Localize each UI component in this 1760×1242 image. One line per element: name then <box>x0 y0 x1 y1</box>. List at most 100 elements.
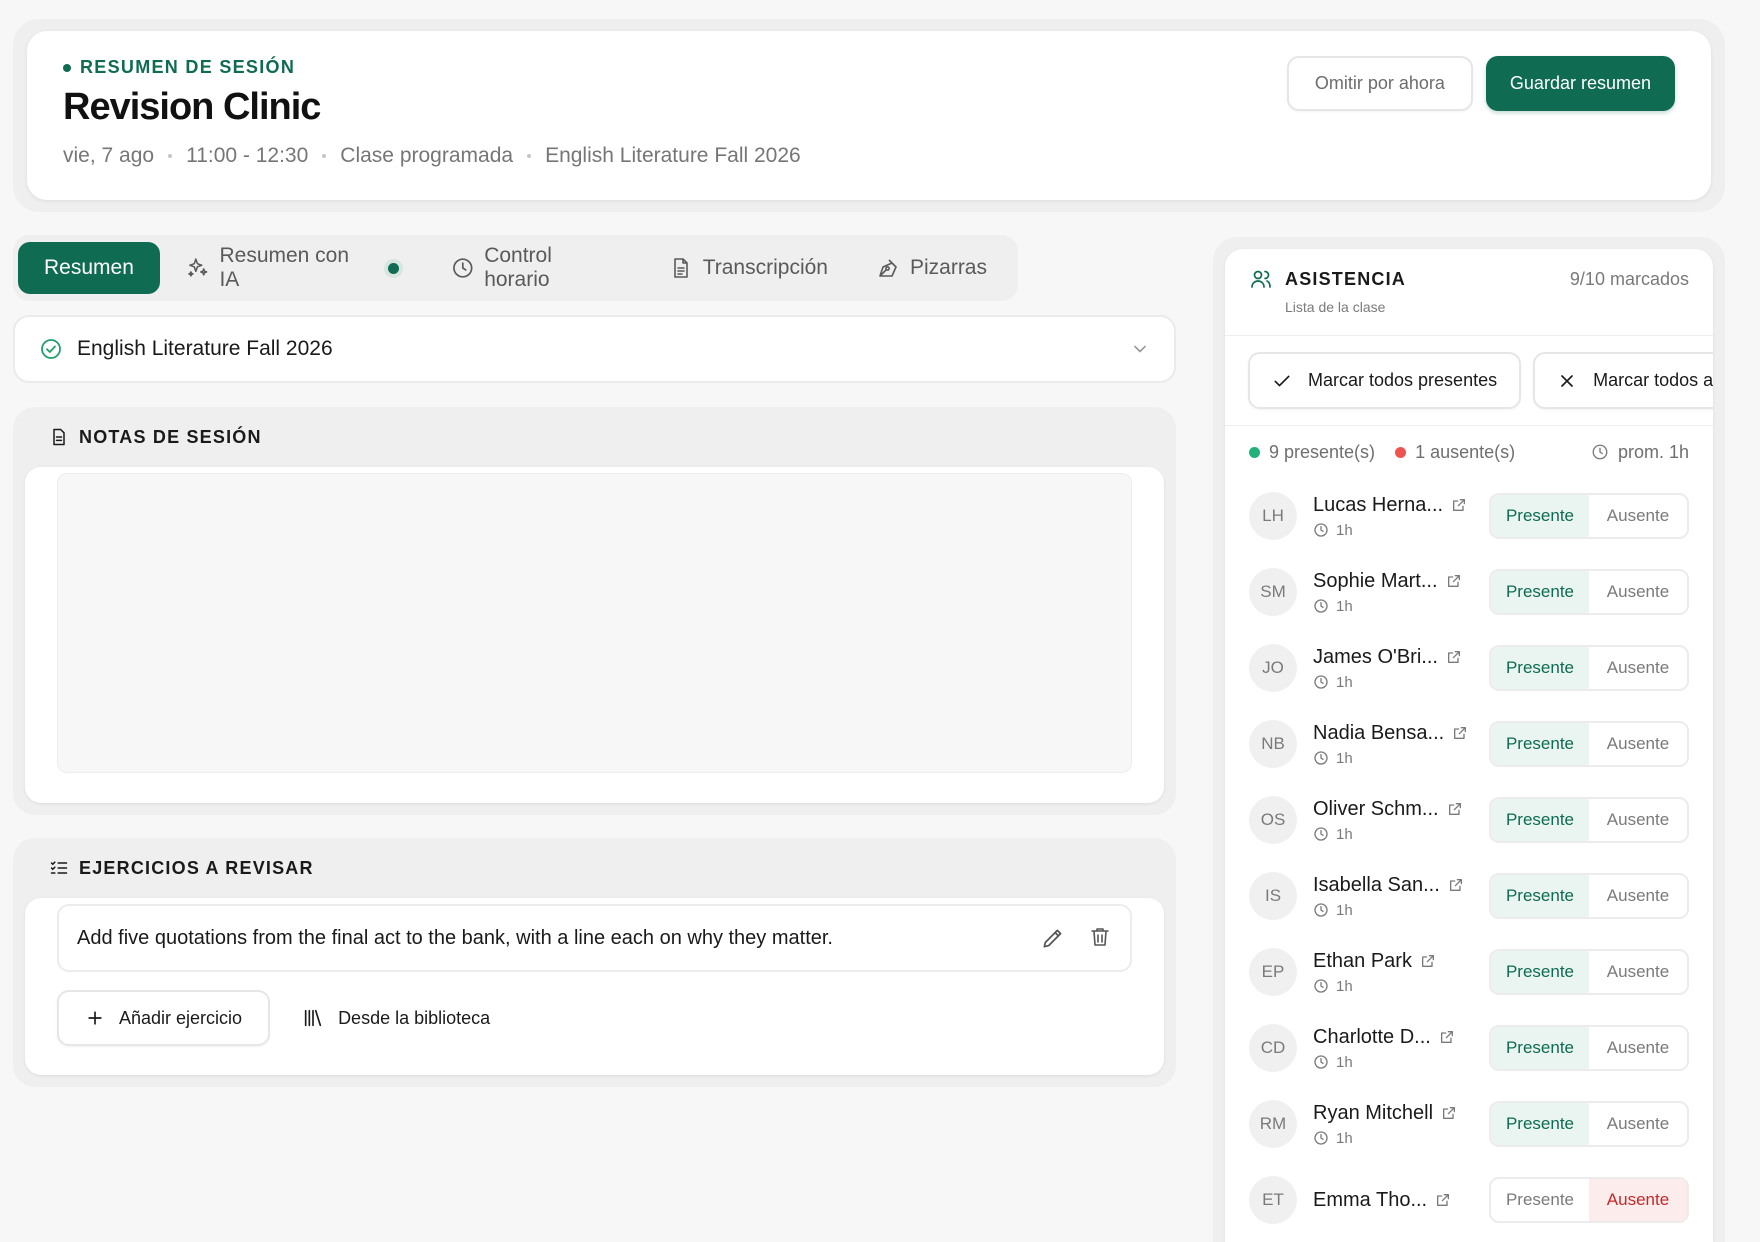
present-button[interactable]: Presente <box>1491 951 1589 993</box>
present-button[interactable]: Presente <box>1491 495 1589 537</box>
check-circle-icon <box>41 339 61 359</box>
absent-button[interactable]: Ausente <box>1589 723 1687 765</box>
student-duration-text: 1h <box>1336 597 1353 615</box>
present-button[interactable]: Presente <box>1491 1103 1589 1145</box>
student-name-row: Sophie Mart... <box>1313 570 1473 593</box>
student-duration: 1h <box>1313 1130 1473 1147</box>
session-meta: vie, 7 ago 11:00 - 12:30 Clase programad… <box>63 144 801 168</box>
tab-summary[interactable]: Resumen <box>18 242 160 294</box>
absent-button[interactable]: Ausente <box>1589 1103 1687 1145</box>
student-name[interactable]: Ryan Mitchell <box>1313 1102 1433 1125</box>
tab-label: Resumen con IA <box>219 244 350 291</box>
absent-button[interactable]: Ausente <box>1589 1179 1687 1221</box>
tab-ai-summary[interactable]: Resumen con IA <box>164 242 425 294</box>
absent-button[interactable]: Ausente <box>1589 495 1687 537</box>
student-duration: 1h <box>1313 902 1473 919</box>
attendance-toggle: Presente Ausente <box>1489 797 1689 843</box>
student-name[interactable]: Sophie Mart... <box>1313 570 1438 593</box>
edit-icon[interactable] <box>1040 925 1066 951</box>
from-library-button[interactable]: Desde la biblioteca <box>302 1007 490 1029</box>
external-link-icon[interactable] <box>1420 953 1436 969</box>
add-exercise-label: Añadir ejercicio <box>119 1007 243 1028</box>
avatar: SM <box>1249 568 1297 616</box>
student-name-row: Charlotte D... <box>1313 1026 1473 1049</box>
session-notes-panel: NOTAS DE SESIÓN <box>13 407 1176 815</box>
external-link-icon[interactable] <box>1446 573 1462 589</box>
absent-button[interactable]: Ausente <box>1589 571 1687 613</box>
clock-icon <box>452 258 473 278</box>
student-duration: 1h <box>1313 978 1473 995</box>
absent-button[interactable]: Ausente <box>1589 951 1687 993</box>
session-notes-editor[interactable] <box>57 473 1132 773</box>
external-link-icon[interactable] <box>1435 1192 1451 1208</box>
clock-icon <box>1314 979 1328 993</box>
external-link-icon[interactable] <box>1451 497 1467 513</box>
eyebrow-label: RESUMEN DE SESIÓN <box>80 57 296 77</box>
external-link-icon[interactable] <box>1441 1105 1457 1121</box>
external-link-icon[interactable] <box>1452 725 1468 741</box>
present-button[interactable]: Presente <box>1491 571 1589 613</box>
student-duration: 1h <box>1313 598 1473 615</box>
chevron-down-icon <box>1134 345 1146 353</box>
present-button[interactable]: Presente <box>1491 875 1589 917</box>
exercise-add-actions: Añadir ejercicio Desde la biblioteca <box>57 990 1132 1046</box>
mark-all-present-button[interactable]: Marcar todos presentes <box>1248 352 1522 409</box>
student-row: IS Isabella San... 1h Presente Ausente <box>1249 858 1689 934</box>
student-name[interactable]: Oliver Schm... <box>1313 798 1439 821</box>
add-exercise-button[interactable]: Añadir ejercicio <box>57 990 271 1046</box>
attendance-toggle: Presente Ausente <box>1489 569 1689 615</box>
external-link-icon[interactable] <box>1439 1029 1455 1045</box>
average-duration-text: prom. 1h <box>1617 441 1689 462</box>
tab-label: Transcripción <box>702 256 828 279</box>
present-button[interactable]: Presente <box>1491 1179 1589 1221</box>
absent-button[interactable]: Ausente <box>1589 647 1687 689</box>
class-select[interactable]: English Literature Fall 2026 <box>13 315 1176 383</box>
tab-label: Control horario <box>484 244 552 291</box>
session-notes-body <box>25 467 1164 803</box>
tab-whiteboards[interactable]: Pizarras <box>854 242 1009 294</box>
student-name[interactable]: Isabella San... <box>1313 874 1440 897</box>
student-name[interactable]: Charlotte D... <box>1313 1026 1431 1049</box>
absent-button[interactable]: Ausente <box>1589 799 1687 841</box>
student-row: EP Ethan Park 1h Presente Ausente <box>1249 934 1689 1010</box>
present-button[interactable]: Presente <box>1491 799 1589 841</box>
avatar: LH <box>1249 492 1297 540</box>
external-link-icon[interactable] <box>1447 801 1463 817</box>
present-button[interactable]: Presente <box>1491 1027 1589 1069</box>
absent-button[interactable]: Ausente <box>1589 875 1687 917</box>
session-notes-header: NOTAS DE SESIÓN <box>25 407 1164 467</box>
external-link-icon[interactable] <box>1446 649 1462 665</box>
mark-all-absent-button[interactable]: Marcar todos ausentes <box>1533 352 1713 409</box>
tab-label: Resumen <box>44 256 134 279</box>
absent-button[interactable]: Ausente <box>1589 1027 1687 1069</box>
save-summary-button[interactable]: Guardar resumen <box>1485 56 1675 111</box>
tab-transcription[interactable]: Transcripción <box>647 242 850 294</box>
student-duration: 1h <box>1313 674 1473 691</box>
student-row: ET Emma Tho... Presente Ausente <box>1249 1162 1689 1238</box>
student-name[interactable]: Ethan Park <box>1313 950 1412 973</box>
status-dot <box>63 63 71 72</box>
present-button[interactable]: Presente <box>1491 647 1589 689</box>
avatar: CD <box>1249 1024 1297 1072</box>
clock-icon <box>1314 1131 1328 1145</box>
student-info: Lucas Herna... 1h <box>1313 494 1473 539</box>
external-link-icon[interactable] <box>1448 877 1464 893</box>
session-date: vie, 7 ago <box>63 144 155 167</box>
student-duration-text: 1h <box>1336 1129 1353 1147</box>
student-info: Emma Tho... <box>1313 1189 1473 1212</box>
student-name-row: Lucas Herna... <box>1313 494 1473 517</box>
tab-time-tracking[interactable]: Control horario <box>429 242 643 294</box>
exercises-panel: EJERCICIOS A REVISAR Add five quotations… <box>13 838 1176 1087</box>
skip-button[interactable]: Omitir por ahora <box>1286 56 1473 111</box>
student-name[interactable]: Emma Tho... <box>1313 1189 1427 1212</box>
trash-icon[interactable] <box>1088 925 1112 949</box>
attendance-toggle: Presente Ausente <box>1489 873 1689 919</box>
student-name[interactable]: James O'Bri... <box>1313 646 1438 669</box>
student-duration-text: 1h <box>1336 825 1353 843</box>
student-name[interactable]: Nadia Bensa... <box>1313 722 1444 745</box>
clock-icon <box>1314 751 1328 765</box>
attendance-summary: 9 presente(s) 1 ausente(s) prom. 1h <box>1225 426 1713 478</box>
meta-separator <box>527 154 532 158</box>
present-button[interactable]: Presente <box>1491 723 1589 765</box>
student-name[interactable]: Lucas Herna... <box>1313 494 1443 517</box>
